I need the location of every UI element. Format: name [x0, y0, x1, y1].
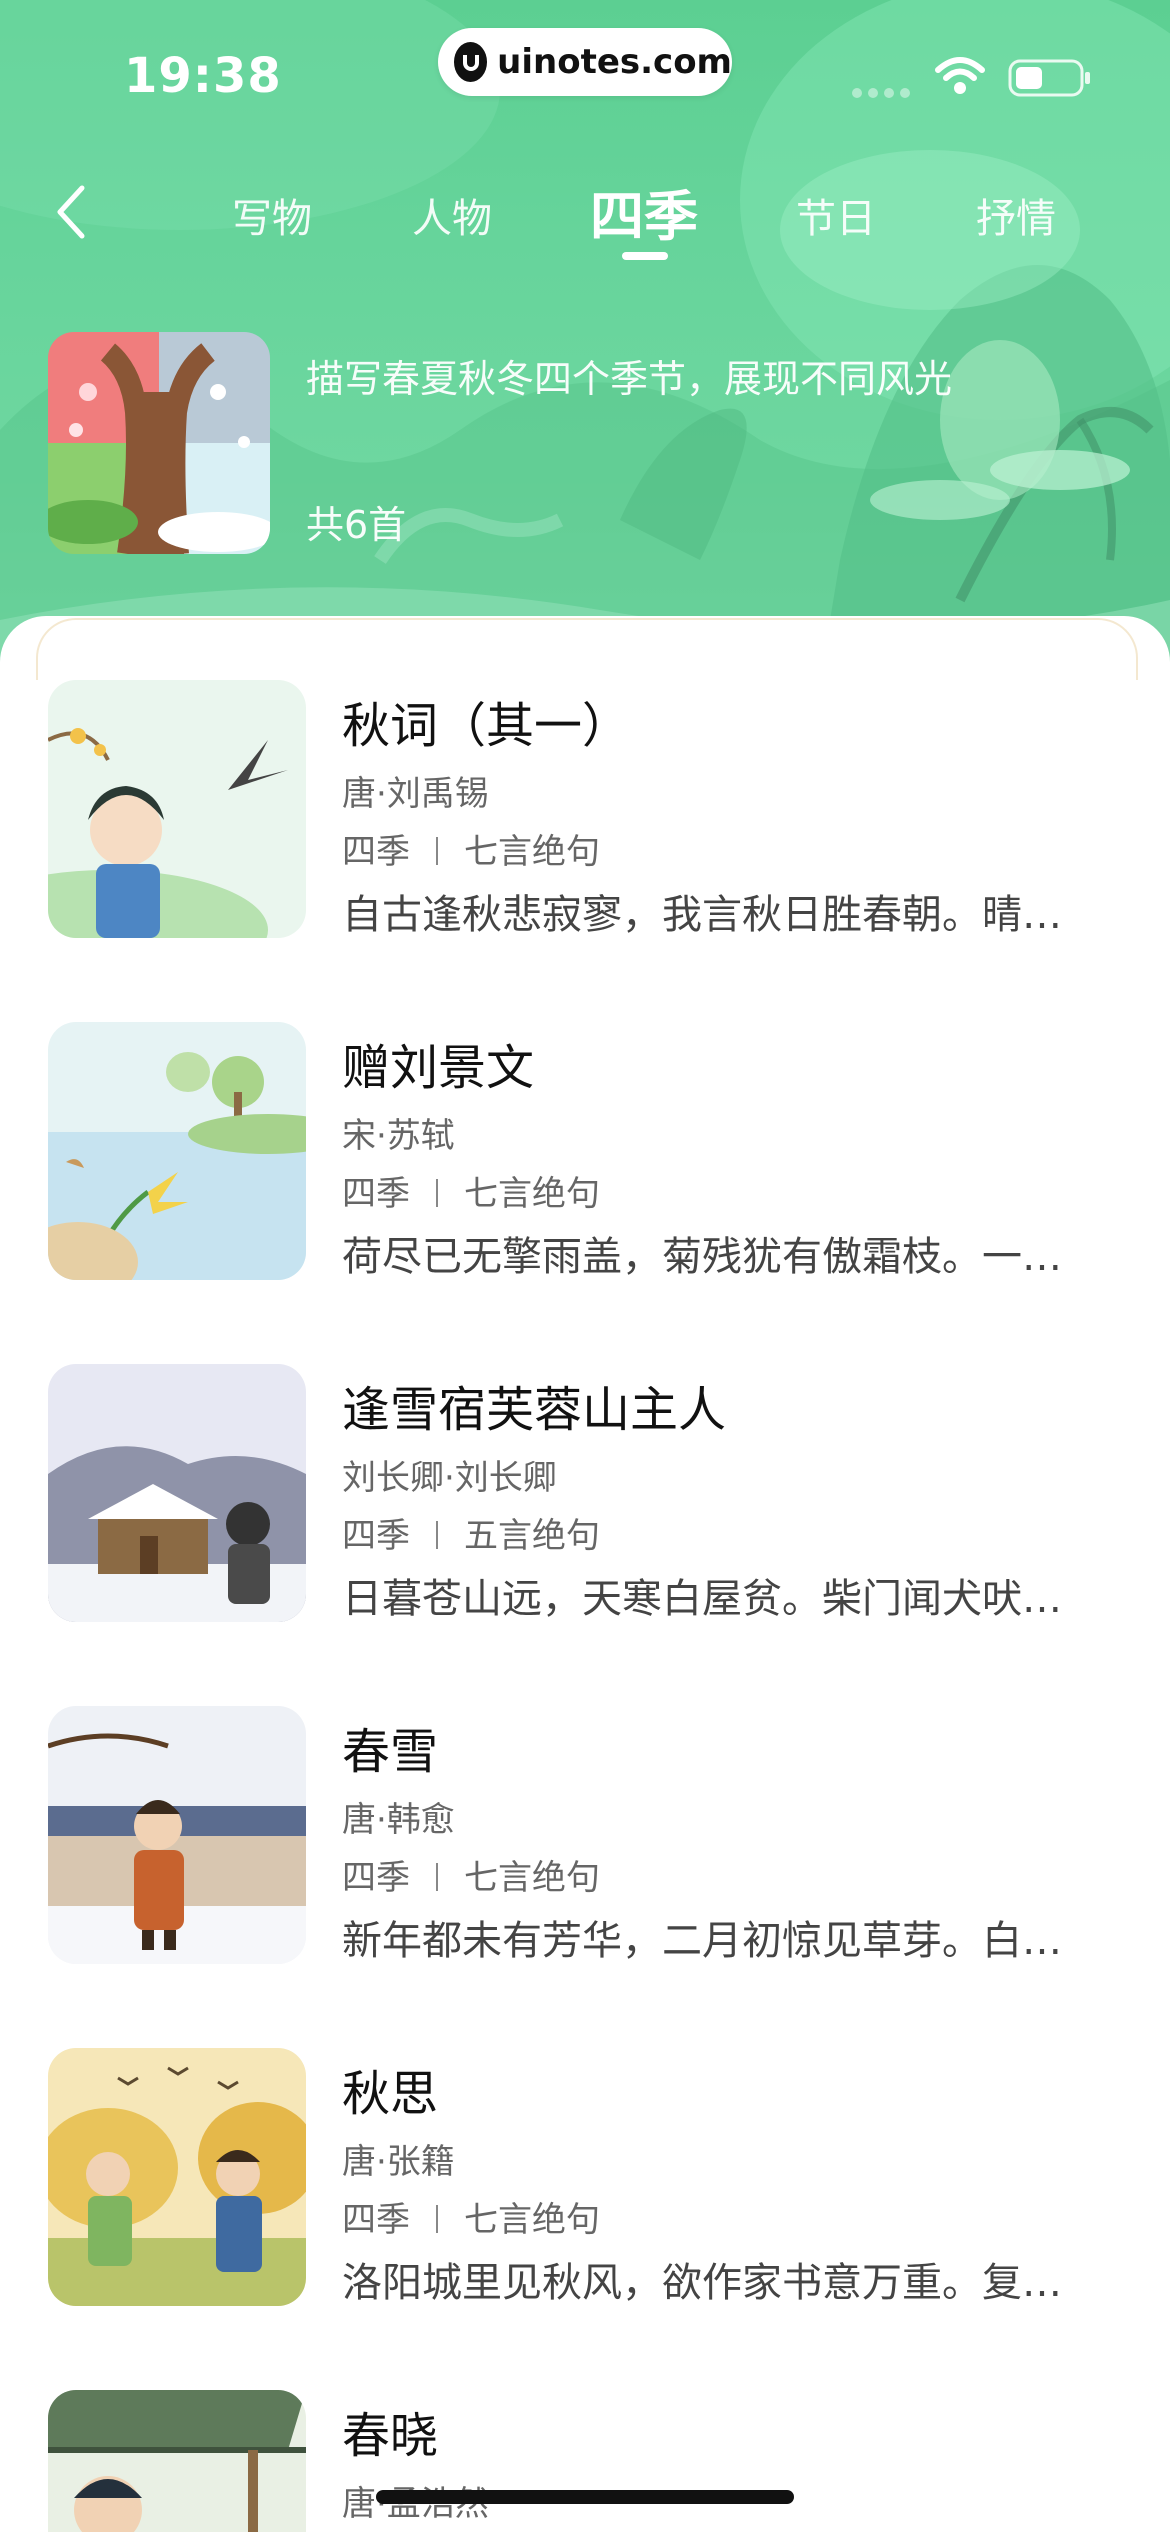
- poem-category: 四季: [342, 832, 410, 872]
- poem-title: 春晓: [342, 2408, 439, 2464]
- poem-form: 五言绝句: [464, 1516, 600, 1556]
- poem-illustration: [48, 1022, 306, 1280]
- poem-list-item[interactable]: 春晓 唐·孟浩然: [0, 2390, 1170, 2532]
- active-tab-indicator: [622, 252, 668, 260]
- poem-illustration: [48, 1706, 306, 1964]
- poem-list-item[interactable]: 赠刘景文 宋·苏轼 四季 七言绝句 荷尽已无擎雨盖，菊残犹有傲霜枝。一…: [0, 1022, 1170, 1322]
- poem-author: 唐·张籍: [342, 2142, 455, 2182]
- uinotes-logo-icon: [454, 42, 488, 82]
- battery-icon: [1008, 59, 1090, 97]
- poem-tags: 四季 七言绝句: [342, 1850, 600, 1899]
- poem-form: 七言绝句: [464, 832, 600, 872]
- wifi-icon: [935, 57, 985, 94]
- poem-title: 秋思: [342, 2066, 439, 2122]
- tag-separator: [436, 837, 438, 865]
- back-button[interactable]: [44, 180, 96, 244]
- poem-excerpt: 洛阳城里见秋风，欲作家书意万重。复…: [342, 2260, 1062, 2306]
- poem-list-item[interactable]: 秋词（其一） 唐·刘禹锡 四季 七言绝句 自古逢秋悲寂寥，我言秋日胜春朝。晴…: [0, 680, 1170, 980]
- category-description: 描写春夏秋冬四个季节，展现不同风光: [306, 357, 953, 401]
- tab-seasons[interactable]: 四季: [590, 172, 698, 251]
- poem-author: 宋·苏轼: [342, 1116, 455, 1156]
- poem-count: 共6首: [306, 503, 407, 547]
- poem-tags: 四季 五言绝句: [342, 1508, 600, 1557]
- poem-title: 秋词（其一）: [342, 698, 631, 754]
- poem-title: 春雪: [342, 1724, 439, 1780]
- poem-illustration: [48, 2048, 306, 2306]
- tag-separator: [436, 1179, 438, 1207]
- poem-form: 七言绝句: [464, 1858, 600, 1898]
- poem-excerpt: 日暮苍山远，天寒白屋贫。柴门闻犬吠…: [342, 1576, 1062, 1622]
- poem-tags: 四季 七言绝句: [342, 824, 600, 873]
- status-bar: 19:38 uinotes.com: [0, 0, 1170, 150]
- url-text: uinotes.com: [497, 42, 732, 82]
- poem-author: 刘长卿·刘长卿: [342, 1458, 557, 1498]
- tab-people[interactable]: 人物: [412, 186, 492, 244]
- poem-list-item[interactable]: 逢雪宿芙蓉山主人 刘长卿·刘长卿 四季 五言绝句 日暮苍山远，天寒白屋贫。柴门闻犬…: [0, 1364, 1170, 1664]
- poem-category: 四季: [342, 1858, 410, 1898]
- sheet-border-decoration: [36, 618, 1138, 680]
- poem-tags: 四季 七言绝句: [342, 2192, 600, 2241]
- poem-category: 四季: [342, 1174, 410, 1214]
- poem-title: 赠刘景文: [342, 1040, 535, 1096]
- tag-separator: [436, 1521, 438, 1549]
- poem-category: 四季: [342, 2200, 410, 2240]
- tab-festivals[interactable]: 节日: [796, 186, 876, 244]
- poem-excerpt: 新年都未有芳华，二月初惊见草芽。白…: [342, 1918, 1062, 1964]
- chevron-left-icon: [57, 185, 85, 239]
- poem-tags: 四季 七言绝句: [342, 1166, 600, 1215]
- poem-form: 七言绝句: [464, 1174, 600, 1214]
- tab-objects[interactable]: 写物: [232, 186, 312, 244]
- status-time: 19:38: [124, 48, 282, 104]
- signal-dots-icon: [852, 88, 910, 98]
- url-pill: uinotes.com: [438, 28, 732, 96]
- tag-separator: [436, 2205, 438, 2233]
- poem-illustration: [48, 1364, 306, 1622]
- category-tab-bar: 写物 人物 四季 节日 抒情: [0, 168, 1170, 268]
- poem-excerpt: 自古逢秋悲寂寥，我言秋日胜春朝。晴…: [342, 892, 1062, 938]
- poem-form: 七言绝句: [464, 2200, 600, 2240]
- poem-illustration: [48, 2390, 306, 2532]
- category-cover-image: [48, 332, 270, 554]
- poem-list-item[interactable]: 秋思 唐·张籍 四季 七言绝句 洛阳城里见秋风，欲作家书意万重。复…: [0, 2048, 1170, 2348]
- tag-separator: [436, 1863, 438, 1891]
- poem-author: 唐·刘禹锡: [342, 774, 489, 814]
- tab-emotions[interactable]: 抒情: [976, 186, 1056, 244]
- hero-header: 19:38 uinotes.com 写物 人物 四季 节日 抒情 描写春夏秋冬四…: [0, 0, 1170, 680]
- poem-illustration: [48, 680, 306, 938]
- poem-title: 逢雪宿芙蓉山主人: [342, 1382, 727, 1438]
- poem-author: 唐·韩愈: [342, 1800, 455, 1840]
- home-indicator: [376, 2490, 794, 2504]
- poem-excerpt: 荷尽已无擎雨盖，菊残犹有傲霜枝。一…: [342, 1234, 1062, 1280]
- poem-list-item[interactable]: 春雪 唐·韩愈 四季 七言绝句 新年都未有芳华，二月初惊见草芽。白…: [0, 1706, 1170, 2006]
- poem-category: 四季: [342, 1516, 410, 1556]
